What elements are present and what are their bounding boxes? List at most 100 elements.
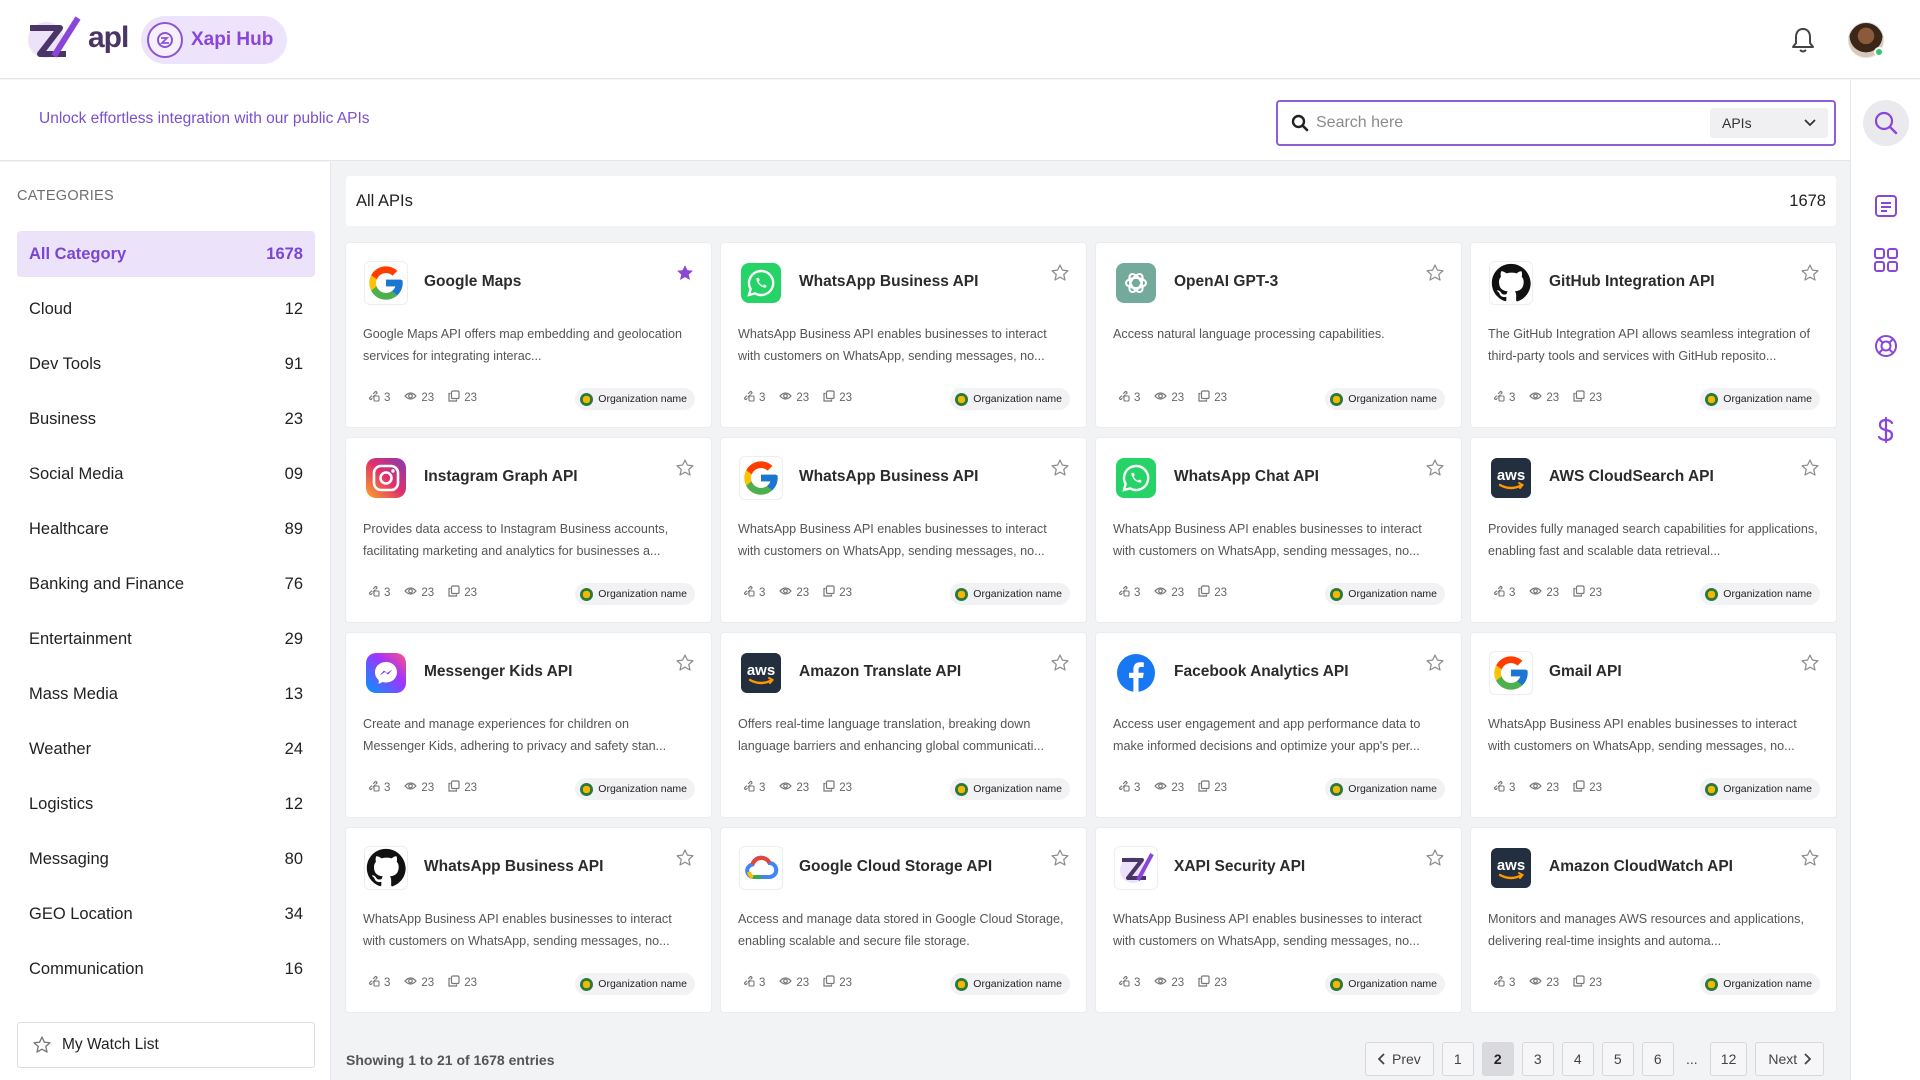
star-outline-icon[interactable] [1425,653,1445,678]
category-item[interactable]: Entertainment 29 [17,616,315,662]
search-input[interactable] [1316,110,1656,136]
rail-grid-icon[interactable] [1866,240,1906,280]
api-card[interactable]: WhatsApp Business API WhatsApp Business A… [346,828,711,1012]
xapi-logo[interactable]: apl [26,14,129,62]
api-card[interactable]: Messenger Kids API Create and manage expe… [346,633,711,817]
organization-badge[interactable]: Organization name [1700,388,1820,410]
star-outline-icon[interactable] [1425,458,1445,483]
organization-badge[interactable]: Organization name [575,778,695,800]
page-button[interactable]: 2 [1481,1042,1514,1076]
page-button[interactable]: 12 [1709,1042,1748,1076]
api-card[interactable]: Facebook Analytics API Access user engage… [1096,633,1461,817]
star-outline-icon[interactable] [675,848,695,873]
star-outline-icon[interactable] [675,653,695,678]
organization-badge[interactable]: Organization name [1325,778,1445,800]
link-icon [1493,780,1505,795]
aws-icon: aws [1489,456,1533,500]
prev-page-button[interactable]: Prev [1365,1042,1434,1076]
category-item[interactable]: Social Media 09 [17,451,315,497]
star-outline-icon[interactable] [1425,263,1445,288]
page-button[interactable]: 3 [1521,1042,1554,1076]
category-item[interactable]: Logistics 12 [17,781,315,827]
api-card[interactable]: WhatsApp Business API WhatsApp Business A… [721,243,1086,427]
stat-copies: 23 [823,975,852,990]
rail-support-icon[interactable] [1866,326,1906,366]
category-item[interactable]: Weather 24 [17,726,315,772]
category-item[interactable]: Dev Tools 91 [17,341,315,387]
api-description: Create and manage experiences for childr… [363,717,667,753]
api-card[interactable]: WhatsApp Business API WhatsApp Business A… [721,438,1086,622]
page-button[interactable]: 6 [1641,1042,1674,1076]
star-outline-icon[interactable] [1050,848,1070,873]
page-button[interactable]: 4 [1561,1042,1594,1076]
category-item[interactable]: GEO Location 34 [17,891,315,937]
organization-badge[interactable]: Organization name [1325,388,1445,410]
organization-badge[interactable]: Organization name [1325,973,1445,995]
search-icon [1291,114,1309,137]
organization-badge[interactable]: Organization name [575,973,695,995]
api-card[interactable]: aws Amazon CloudWatch API Monitors and man… [1471,828,1836,1012]
organization-badge[interactable]: Organization name [950,778,1070,800]
stat-value: 23 [796,976,810,989]
category-item[interactable]: Cloud 12 [17,286,315,332]
category-item[interactable]: Business 23 [17,396,315,442]
page-button[interactable]: 5 [1601,1042,1634,1076]
category-item[interactable]: All Category 1678 [17,231,315,277]
star-outline-icon[interactable] [1050,458,1070,483]
stat-value: 23 [1171,391,1185,404]
organization-badge[interactable]: Organization name [950,973,1070,995]
rail-search-icon[interactable] [1863,100,1909,146]
organization-badge[interactable]: Organization name [950,388,1070,410]
star-outline-icon[interactable] [1050,653,1070,678]
star-outline-icon[interactable] [675,458,695,483]
bell-icon[interactable] [1790,26,1816,59]
star-outline-icon[interactable] [1800,848,1820,873]
star-outline-icon[interactable] [1800,263,1820,288]
organization-badge[interactable]: Organization name [1700,973,1820,995]
online-status-icon [1874,47,1884,57]
eye-icon [1529,976,1543,989]
api-card[interactable]: XAPI Security API WhatsApp Business API e… [1096,828,1461,1012]
api-card[interactable]: Gmail API WhatsApp Business API enables b… [1471,633,1836,817]
organization-badge[interactable]: Organization name [575,388,695,410]
user-avatar[interactable] [1848,22,1884,58]
api-card[interactable]: GitHub Integration API The GitHub Integra… [1471,243,1836,427]
organization-name: Organization name [1348,393,1437,405]
organization-badge[interactable]: Organization name [950,583,1070,605]
api-card[interactable]: WhatsApp Chat API WhatsApp Business API e… [1096,438,1461,622]
api-card[interactable]: aws Amazon Translate API Offers real-time … [721,633,1086,817]
star-outline-icon[interactable] [1425,848,1445,873]
rail-dollar-icon[interactable] [1866,410,1906,450]
category-count: 12 [284,299,303,318]
api-card[interactable]: Google Maps Google Maps API offers map em… [346,243,711,427]
stat-views: 23 [779,586,809,599]
organization-badge[interactable]: Organization name [1700,778,1820,800]
star-outline-icon[interactable] [1800,458,1820,483]
xapi-hub-button[interactable]: Xapi Hub [141,16,288,64]
watch-list-button[interactable]: My Watch List [17,1022,315,1068]
api-card[interactable]: OpenAI GPT-3 Access natural language proc… [1096,243,1461,427]
category-item[interactable]: Healthcare 89 [17,506,315,552]
search-scope-select[interactable]: APIs [1710,108,1828,138]
rail-document-icon[interactable] [1866,186,1906,226]
api-name: GitHub Integration API [1549,273,1715,290]
star-filled-icon[interactable] [675,263,695,288]
category-item[interactable]: Messaging 80 [17,836,315,882]
api-stats: 3 23 23 [1118,780,1227,795]
category-item[interactable]: Banking and Finance 76 [17,561,315,607]
organization-name: Organization name [598,978,687,990]
api-card[interactable]: aws AWS CloudSearch API Provides fully man… [1471,438,1836,622]
star-outline-icon[interactable] [1800,653,1820,678]
category-item[interactable]: Communication 16 [17,946,315,992]
organization-name: Organization name [973,978,1062,990]
next-page-button[interactable]: Next [1755,1042,1825,1076]
star-outline-icon[interactable] [1050,263,1070,288]
organization-badge[interactable]: Organization name [1700,583,1820,605]
category-item[interactable]: Mass Media 13 [17,671,315,717]
api-card[interactable]: Instagram Graph API Provides data access … [346,438,711,622]
organization-badge[interactable]: Organization name [1325,583,1445,605]
stat-value: 23 [464,781,477,794]
api-card[interactable]: Google Cloud Storage API Access and manag… [721,828,1086,1012]
page-button[interactable]: 1 [1441,1042,1474,1076]
organization-badge[interactable]: Organization name [575,583,695,605]
